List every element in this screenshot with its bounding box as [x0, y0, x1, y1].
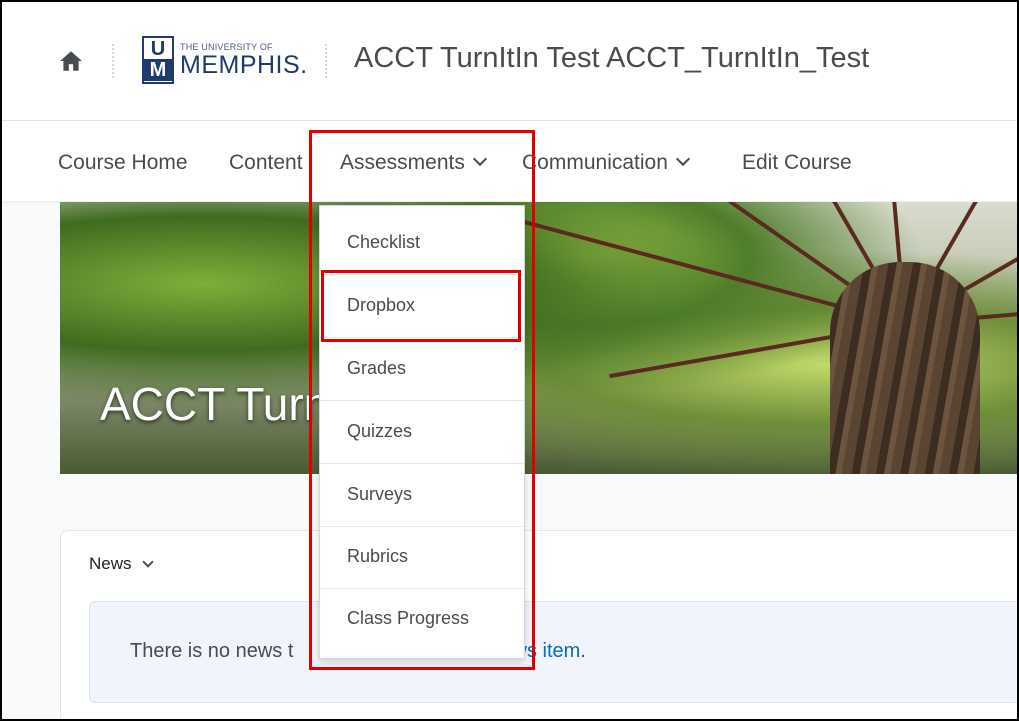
- menu-item-checklist[interactable]: Checklist: [320, 212, 524, 275]
- home-icon[interactable]: [58, 48, 84, 74]
- browser-frame: U M THE UNIVERSITY OF MEMPHIS. ACCT Turn…: [0, 0, 1019, 721]
- chevron-down-icon: [141, 556, 154, 568]
- nav-course-home[interactable]: Course Home: [58, 151, 188, 175]
- news-widget: News There is no news t ews item.: [60, 530, 1017, 719]
- chevron-down-icon: [472, 151, 487, 167]
- course-navbar: Course Home Content Assessments Communic…: [2, 121, 1017, 201]
- news-menu[interactable]: News: [89, 554, 154, 574]
- top-header: U M THE UNIVERSITY OF MEMPHIS. ACCT Turn…: [2, 2, 1017, 121]
- university-logo[interactable]: U M THE UNIVERSITY OF MEMPHIS.: [142, 34, 308, 86]
- nav-communication[interactable]: Communication: [522, 151, 690, 175]
- course-title[interactable]: ACCT TurnItIn Test ACCT_TurnItIn_Test: [354, 42, 869, 75]
- nav-content[interactable]: Content: [229, 151, 303, 175]
- menu-item-surveys[interactable]: Surveys: [320, 464, 524, 527]
- menu-item-rubrics[interactable]: Rubrics: [320, 526, 524, 589]
- nav-edit-course[interactable]: Edit Course: [742, 151, 852, 175]
- menu-item-quizzes[interactable]: Quizzes: [320, 401, 524, 464]
- logo-big-text: MEMPHIS.: [180, 51, 308, 79]
- menu-item-dropbox[interactable]: Dropbox: [320, 275, 524, 338]
- header-separator: [325, 44, 327, 78]
- menu-item-grades[interactable]: Grades: [320, 338, 524, 401]
- news-empty-text: There is no news t: [130, 640, 294, 662]
- nav-assessments[interactable]: Assessments: [340, 151, 487, 175]
- menu-item-class-progress[interactable]: Class Progress: [320, 588, 524, 650]
- logo-text: THE UNIVERSITY OF MEMPHIS.: [180, 42, 308, 78]
- news-empty-message: There is no news t ews item.: [89, 601, 1017, 703]
- chevron-down-icon: [675, 151, 690, 167]
- banner-tree-trunk: [830, 262, 980, 474]
- assessments-dropdown-menu: Checklist Dropbox Grades Quizzes Surveys…: [319, 205, 525, 659]
- logo-mark: U M: [142, 36, 174, 84]
- header-separator: [112, 44, 114, 78]
- course-banner-image: ACCT TurnItIn Test: [60, 202, 1017, 474]
